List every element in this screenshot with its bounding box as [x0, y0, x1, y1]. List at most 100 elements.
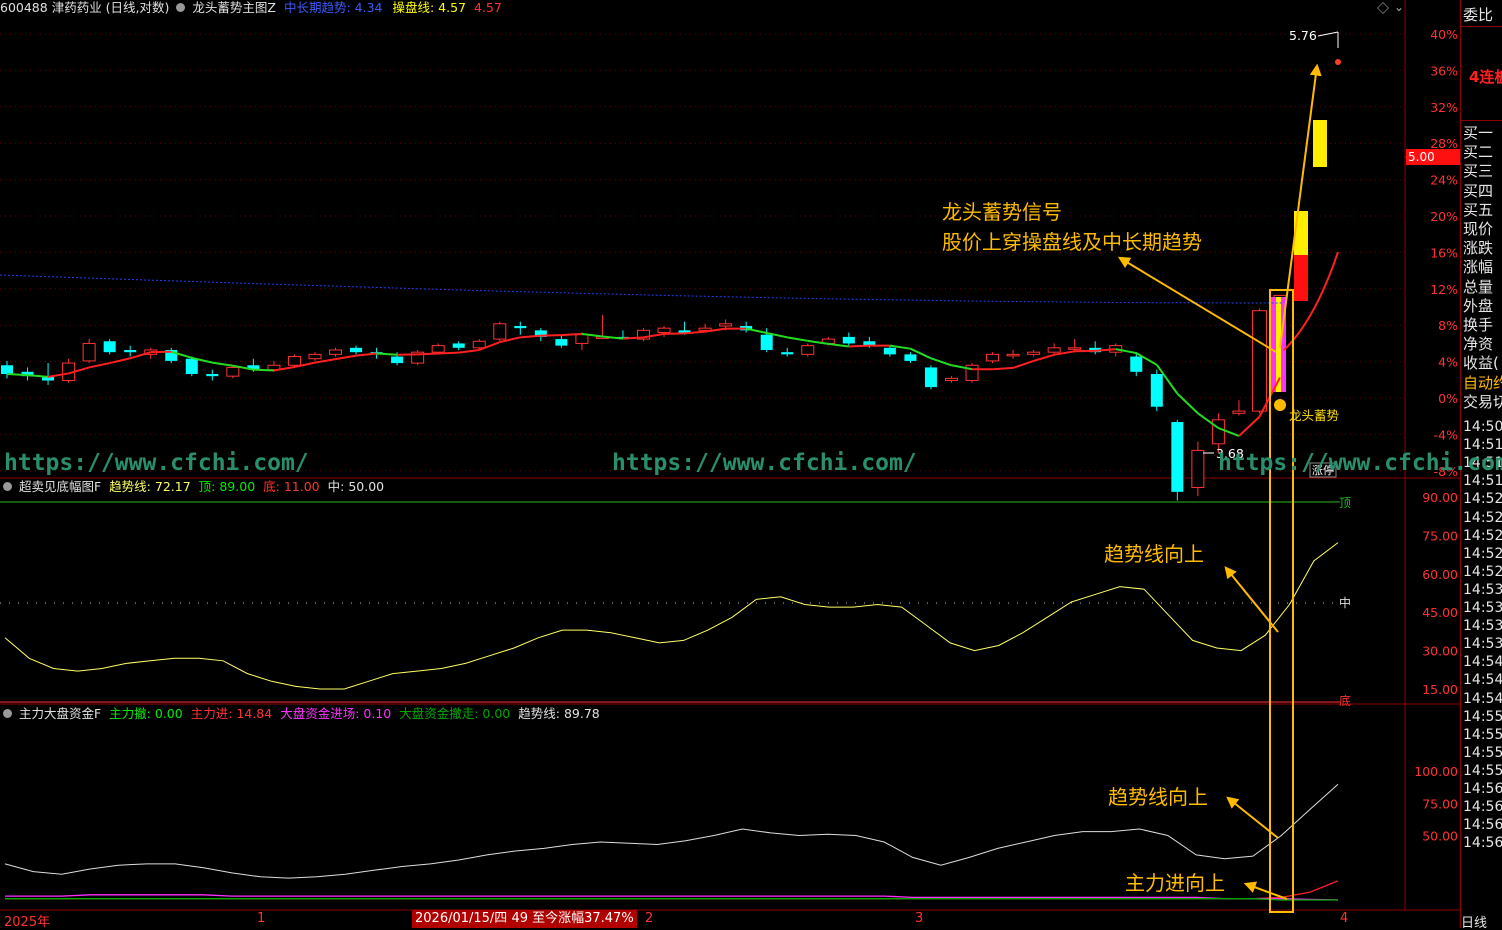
y-tick-label: -4% — [1434, 427, 1458, 442]
main-chart-header: 600488 津药药业 (日线,对数) 龙头蓄势主图Z 中长期趋势: 4.34 … — [0, 0, 502, 16]
longtou-signal-tag: 龙头蓄势 — [1289, 408, 1340, 423]
y-tick-label: 20% — [1430, 209, 1458, 224]
candle-body-down — [1171, 422, 1183, 492]
candle-body-down — [186, 359, 198, 374]
tick-time: 14:53 — [1463, 581, 1502, 599]
sub2-big-out-label: 大盘资金撤走: — [399, 706, 478, 721]
date-info-badge: 2026/01/15/四 49 至今涨幅37.47% — [412, 910, 637, 928]
sub1-y-tick: 15.00 — [1422, 682, 1458, 697]
sub2-title[interactable]: 主力大盘资金F — [19, 706, 101, 721]
candle-body-up — [1212, 420, 1224, 444]
candle-body-up — [1048, 348, 1060, 352]
candle-body-up — [802, 346, 814, 355]
sub1-y-tick: 45.00 — [1422, 605, 1458, 620]
op-line-segment — [7, 374, 28, 375]
tick-time: 14:54 — [1463, 690, 1502, 708]
op-line-value: 4.57 — [438, 0, 466, 15]
candle-body-down — [884, 348, 896, 355]
candle-body-down — [1151, 374, 1163, 407]
sub2-withdraw-label: 主力撤: — [109, 706, 151, 721]
op-line-segment — [828, 344, 849, 347]
candle-body-down — [761, 335, 773, 350]
sub2-y-tick: 75.00 — [1422, 796, 1458, 811]
axis-year-label: 2025年 — [4, 911, 50, 930]
op-line-segment — [1239, 417, 1260, 436]
quote-field-label: 买三 — [1463, 162, 1493, 180]
mid-long-value: 4.34 — [355, 0, 383, 15]
candle-body-down — [514, 326, 526, 328]
main-up-annotation: 主力进向上 — [1125, 867, 1225, 896]
sub1-y-tick: 60.00 — [1422, 567, 1458, 582]
op-line-segment — [787, 337, 808, 340]
op-line-segment — [253, 370, 274, 371]
candle-body-down — [206, 374, 218, 376]
current-price-tag: 5.00 — [1406, 149, 1460, 165]
quote-field-label: 涨幅 — [1463, 258, 1493, 276]
sub2-y-tick: 50.00 — [1422, 829, 1458, 844]
op-line-segment — [623, 337, 644, 338]
tick-time: 14:52 — [1463, 509, 1502, 527]
trend-up-annotation-1: 趋势线向上 — [1104, 538, 1204, 567]
trend-up-annotation-2: 趋势线向上 — [1108, 781, 1208, 810]
candle-body-down — [104, 341, 116, 352]
sub1-top-label: 顶: — [199, 479, 216, 494]
op-line-segment — [89, 363, 110, 367]
candle-body-up — [288, 357, 300, 366]
quote-field-label: 买二 — [1463, 143, 1493, 161]
sub1-trend-label: 趋势线: — [109, 479, 151, 494]
tick-time: 14:53 — [1463, 599, 1502, 617]
quote-field-label: 买四 — [1463, 182, 1493, 200]
op-line-segment — [212, 363, 233, 366]
sub1-top-tag: 顶 — [1339, 496, 1351, 510]
high-price-marker — [1335, 59, 1341, 65]
candle-body-down — [391, 357, 403, 364]
sub1-y-tick: 90.00 — [1422, 490, 1458, 505]
candlestick-series — [1, 120, 1327, 501]
tick-time: 14:52 — [1463, 490, 1502, 508]
sub2-big-out-value: 0.00 — [482, 706, 510, 721]
sub1-trend-value: 72.17 — [155, 479, 191, 494]
candle-body-down — [555, 339, 567, 346]
side-divider — [1461, 26, 1502, 27]
tick-time: 14:54 — [1463, 653, 1502, 671]
axis-month-4: 4 — [1340, 911, 1348, 926]
y-tick-label: 8% — [1438, 318, 1458, 333]
candle-body-up — [473, 341, 485, 348]
candle-body-down — [1130, 357, 1142, 372]
op-line-segment — [520, 336, 541, 338]
quote-field-label: 买五 — [1463, 201, 1493, 219]
tick-time: 14:55 — [1463, 708, 1502, 726]
candle-body-up — [1233, 411, 1245, 413]
op-line-segment — [377, 353, 398, 354]
sub1-header: 超卖见底幅图F 趋势线: 72.17 顶: 89.00 底: 11.00 中: … — [0, 479, 384, 495]
limit-up-block-yellow — [1294, 211, 1308, 255]
candle-body-up — [83, 343, 95, 360]
candle-body-up — [227, 367, 239, 376]
sub2-toggle-icon[interactable] — [3, 709, 12, 718]
tick-time: 14:55 — [1463, 744, 1502, 762]
op-line-segment — [1013, 361, 1034, 368]
tick-time: 14:55 — [1463, 726, 1502, 744]
sub1-bottom-tag: 底 — [1339, 693, 1351, 708]
indicator-name[interactable]: 龙头蓄势主图Z — [192, 0, 276, 15]
board-count: 4连板 — [1469, 66, 1502, 87]
candle-body-up — [945, 378, 957, 380]
op-line-label: 操盘线: — [392, 0, 434, 15]
period-label[interactable]: 日线 — [1461, 912, 1487, 928]
sub2-trend-label: 趋势线: — [518, 706, 560, 721]
sub1-bottom-value: 11.00 — [284, 479, 320, 494]
sub2-big-in-value: 0.10 — [363, 706, 391, 721]
sub1-mid-label: 中: — [328, 479, 345, 494]
indicator-toggle-icon[interactable] — [176, 3, 185, 12]
op-line-segment — [1177, 394, 1198, 414]
op-line-segment — [110, 358, 131, 363]
watermark-1: https://www.cfchi.com/ — [4, 450, 309, 476]
sub2-y-tick: 100.00 — [1414, 764, 1458, 779]
stock-title: 600488 津药药业 (日线,对数) — [0, 0, 169, 15]
quote-field-label: 自动约 — [1463, 374, 1502, 392]
sub1-title[interactable]: 超卖见底幅图F — [19, 479, 101, 494]
quote-field-label: 交易切 — [1463, 393, 1502, 411]
sub1-toggle-icon[interactable] — [3, 482, 12, 491]
chevron-down-icon[interactable]: ⌄ — [1394, 0, 1404, 14]
sub2-enter-label: 主力进: — [191, 706, 233, 721]
